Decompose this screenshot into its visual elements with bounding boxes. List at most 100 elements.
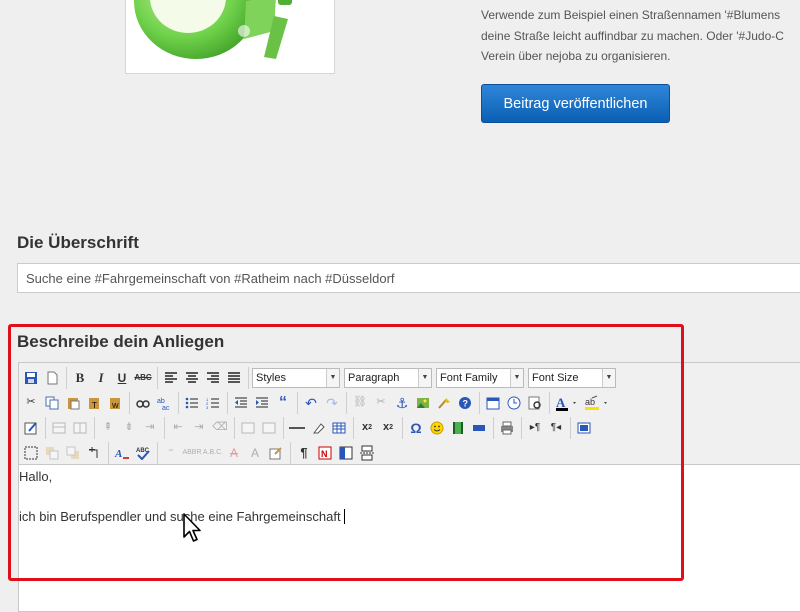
bullet-list-icon[interactable] [182, 393, 202, 413]
insert-time-icon[interactable] [504, 393, 524, 413]
redo-icon[interactable]: ↷ [322, 393, 342, 413]
ltr-icon[interactable]: ▸¶ [525, 418, 545, 438]
toolbar-group [21, 366, 67, 389]
paste-icon[interactable] [63, 393, 83, 413]
insert-col-before-icon[interactable]: ⇤ [168, 418, 188, 438]
media-icon[interactable] [448, 418, 468, 438]
bold-icon[interactable]: B [70, 368, 90, 388]
split-cells-icon[interactable] [238, 418, 258, 438]
chevron-down-icon: ▼ [602, 368, 615, 387]
toolbar-group: ↶ ↷ [301, 391, 347, 414]
delete-row-icon[interactable]: ⇥ [140, 418, 160, 438]
toolbar-group [497, 416, 522, 439]
help-icon[interactable]: ? [455, 393, 475, 413]
delete-col-icon[interactable]: ⌫ [210, 418, 230, 438]
insertion-icon[interactable]: A [245, 443, 265, 463]
fullscreen-icon[interactable] [574, 418, 594, 438]
styles-select[interactable]: Styles ▼ [252, 367, 340, 388]
horizontal-rule-icon[interactable] [287, 418, 307, 438]
emoticon-icon[interactable] [427, 418, 447, 438]
headline-input[interactable] [17, 263, 800, 293]
font-family-select[interactable]: Font Family ▼ [436, 367, 524, 388]
content-empty-line [19, 487, 800, 507]
svg-text:A: A [556, 395, 566, 410]
find-icon[interactable] [133, 393, 153, 413]
rtl-icon[interactable]: ¶◂ [546, 418, 566, 438]
style-props-icon[interactable]: A [112, 443, 132, 463]
anchor-icon[interactable]: ⚓ [392, 393, 412, 413]
table-row-props-icon[interactable] [49, 418, 69, 438]
underline-icon[interactable]: U [112, 368, 132, 388]
italic-icon[interactable]: I [91, 368, 111, 388]
indent-icon[interactable] [252, 393, 272, 413]
numbered-list-icon[interactable]: 123 [203, 393, 223, 413]
special-char-icon[interactable]: Ω [406, 418, 426, 438]
merge-cells-icon[interactable] [259, 418, 279, 438]
replace-icon[interactable]: ab ac [154, 393, 174, 413]
attributes-icon[interactable] [266, 443, 286, 463]
move-forward-icon[interactable] [42, 443, 62, 463]
abbreviation-icon[interactable]: ABBR [182, 443, 202, 463]
toolbar-group: A ab [553, 392, 616, 414]
visual-chars-icon[interactable]: ¶ [294, 443, 314, 463]
intro-line: Verein über nejoba zu organisieren. [481, 49, 671, 63]
svg-text:N: N [321, 449, 328, 459]
paste-text-icon[interactable]: T [84, 393, 104, 413]
page-break-icon[interactable] [469, 418, 489, 438]
print-icon[interactable] [497, 418, 517, 438]
align-center-icon[interactable] [182, 368, 202, 388]
align-left-icon[interactable] [161, 368, 181, 388]
preview-icon[interactable] [525, 393, 545, 413]
cut-icon[interactable]: ✂ [21, 393, 41, 413]
cite-icon[interactable]: ““ [161, 443, 181, 463]
chevron-down-icon: ▼ [326, 368, 339, 387]
toolbar-group [238, 416, 284, 439]
content-text: ich bin Berufspendler und suche eine Fah… [19, 509, 341, 524]
image-icon[interactable] [413, 393, 433, 413]
text-color-icon[interactable]: A [553, 393, 581, 413]
blockquote-icon[interactable]: “ [273, 393, 293, 413]
insert-row-after-icon[interactable]: ⇟ [119, 418, 139, 438]
align-justify-icon[interactable] [224, 368, 244, 388]
font-size-select[interactable]: Font Size ▼ [528, 367, 616, 388]
outdent-icon[interactable] [231, 393, 251, 413]
page-break-icon[interactable] [357, 443, 377, 463]
link-icon[interactable]: ⛓ [350, 393, 370, 413]
svg-text:ab: ab [585, 397, 595, 407]
highlight-color-icon[interactable]: ab [582, 393, 612, 413]
cleanup-icon[interactable] [434, 393, 454, 413]
table-icon[interactable] [329, 418, 349, 438]
nonbreaking-icon[interactable]: N [315, 443, 335, 463]
format-select[interactable]: Paragraph ▼ [344, 367, 432, 388]
toolbar-row: A ABC ““ ABBR A.B.C. A A ¶ N [21, 440, 800, 465]
insert-col-after-icon[interactable]: ⇥ [189, 418, 209, 438]
absolute-position-icon[interactable] [84, 443, 104, 463]
content-line: Hallo, [19, 469, 53, 484]
deletion-icon[interactable]: A [224, 443, 244, 463]
edit-css-icon[interactable] [21, 418, 41, 438]
save-icon[interactable] [21, 368, 41, 388]
text-caret [343, 509, 345, 524]
strikethrough-icon[interactable]: ABC [133, 368, 153, 388]
template-icon[interactable] [336, 443, 356, 463]
insert-row-before-icon[interactable]: ⇞ [98, 418, 118, 438]
table-cell-props-icon[interactable] [70, 418, 90, 438]
paste-word-icon[interactable]: W [105, 393, 125, 413]
toolbar-group: ✂ T W [21, 391, 130, 414]
copy-icon[interactable] [42, 393, 62, 413]
insert-layer-icon[interactable] [21, 443, 41, 463]
editor-content[interactable]: Hallo, ich bin Berufspendler und suche e… [19, 465, 800, 527]
move-backward-icon[interactable] [63, 443, 83, 463]
superscript-icon[interactable]: x2 [378, 418, 398, 438]
new-document-icon[interactable] [42, 368, 62, 388]
spellcheck-icon[interactable]: ABC [133, 443, 153, 463]
align-right-icon[interactable] [203, 368, 223, 388]
undo-icon[interactable]: ↶ [301, 393, 321, 413]
acronym-icon[interactable]: A.B.C. [203, 443, 223, 463]
unlink-icon[interactable]: ✂ [371, 393, 391, 413]
publish-button[interactable]: Beitrag veröffentlichen [481, 84, 670, 123]
insert-date-icon[interactable] [483, 393, 503, 413]
subscript-icon[interactable]: x2 [357, 418, 377, 438]
mouse-pointer-icon [183, 513, 201, 542]
remove-format-icon[interactable] [308, 418, 328, 438]
